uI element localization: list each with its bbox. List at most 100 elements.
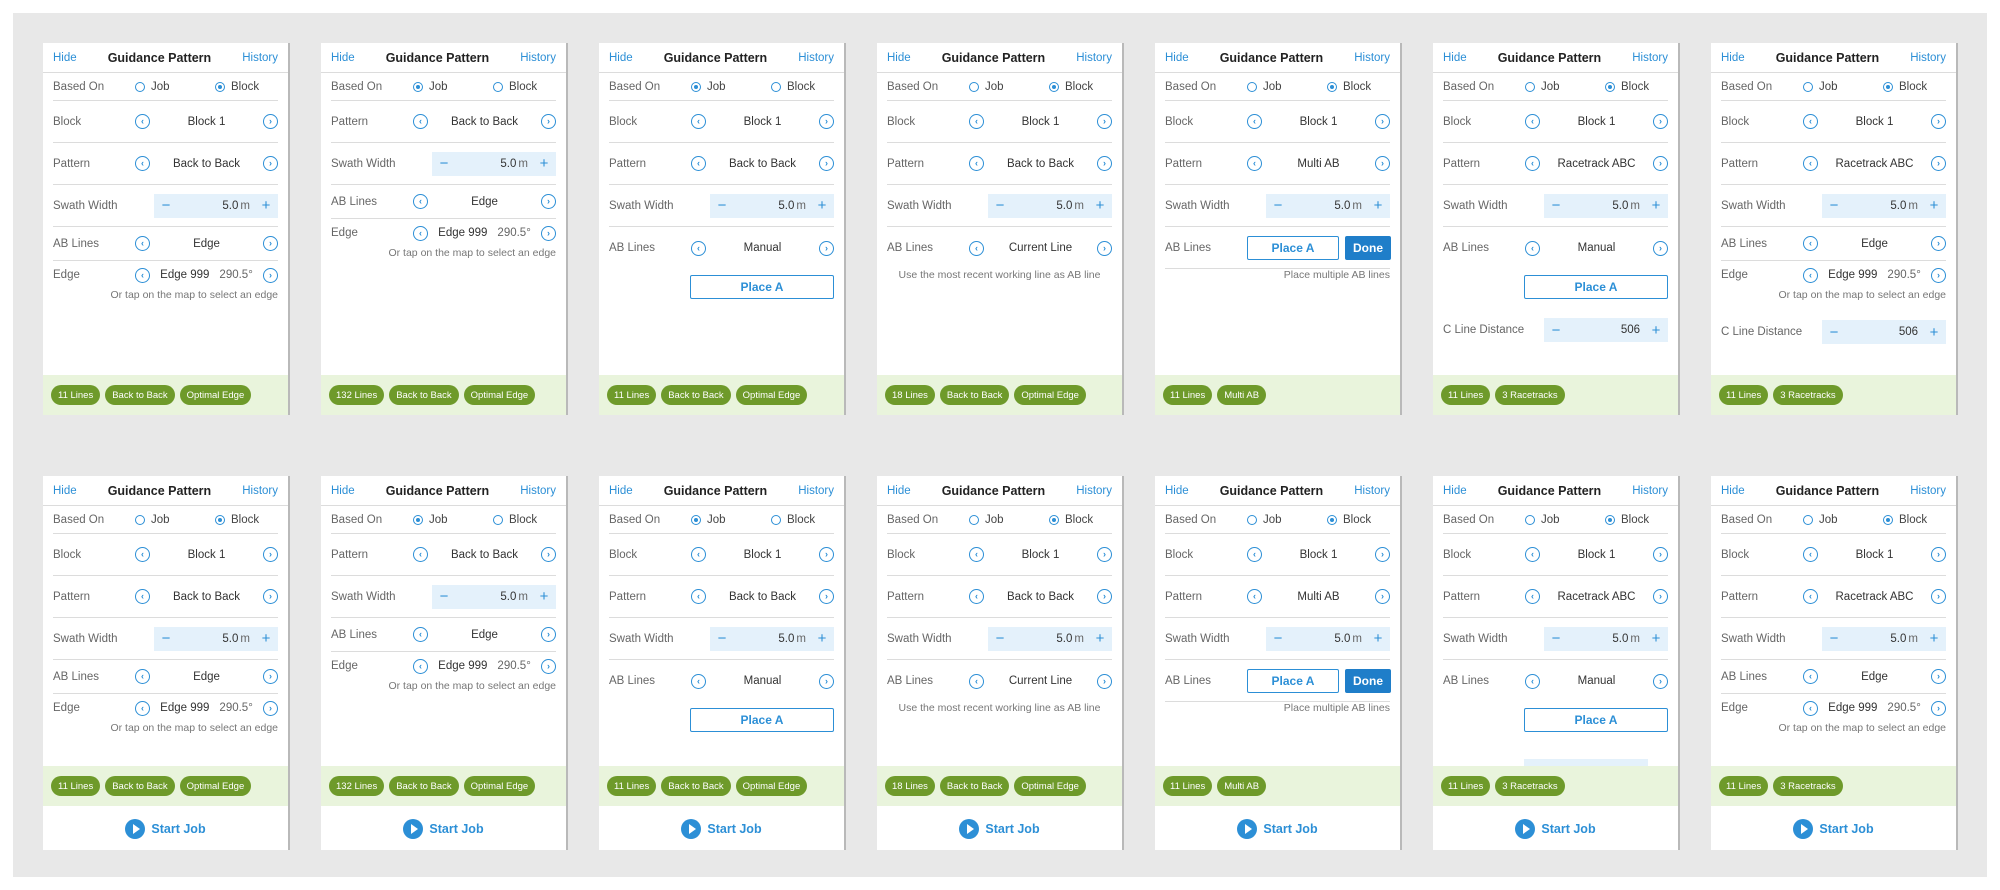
- chevron-left-icon[interactable]: ‹: [135, 547, 150, 562]
- hide-link[interactable]: Hide: [1721, 52, 1745, 64]
- history-link[interactable]: History: [520, 485, 556, 497]
- chevron-right-icon[interactable]: ›: [819, 240, 834, 256]
- hide-link[interactable]: Hide: [1165, 52, 1189, 64]
- chevron-right-icon[interactable]: ›: [1097, 114, 1112, 129]
- chevron-left-icon[interactable]: ‹: [413, 225, 428, 241]
- minus-icon[interactable]: −: [1822, 194, 1846, 218]
- chevron-left-icon[interactable]: ‹: [413, 627, 428, 642]
- radio-job-icon[interactable]: [1247, 514, 1257, 525]
- history-link[interactable]: History: [520, 52, 556, 64]
- summary-chip[interactable]: Back to Back: [661, 776, 731, 796]
- chevron-left-icon[interactable]: ‹: [1803, 669, 1818, 684]
- chevron-right-icon[interactable]: ›: [263, 267, 278, 283]
- swath-width-stepper[interactable]: −5.0 m +: [1544, 626, 1668, 651]
- chevron-right-icon[interactable]: ›: [541, 658, 556, 674]
- chevron-left-icon[interactable]: ‹: [1803, 156, 1818, 171]
- radio-block[interactable]: Block: [493, 81, 566, 93]
- place-a-button[interactable]: Place A: [690, 708, 834, 732]
- radio-job[interactable]: Job: [1803, 81, 1883, 93]
- radio-block-icon[interactable]: [1049, 514, 1059, 525]
- chevron-right-icon[interactable]: ›: [263, 114, 278, 129]
- place-a-button[interactable]: Place A: [1247, 668, 1339, 693]
- radio-job-icon[interactable]: [1803, 81, 1813, 92]
- summary-chip[interactable]: 132 Lines: [329, 385, 385, 405]
- summary-chip[interactable]: 18 Lines: [885, 776, 935, 796]
- radio-job[interactable]: Job: [413, 81, 493, 93]
- summary-chip[interactable]: 3 Racetracks: [1495, 776, 1565, 796]
- minus-icon[interactable]: −: [1544, 194, 1568, 218]
- chevron-right-icon[interactable]: ›: [1653, 547, 1668, 562]
- radio-block[interactable]: Block: [1327, 514, 1400, 526]
- hide-link[interactable]: Hide: [887, 52, 911, 64]
- chevron-right-icon[interactable]: ›: [819, 156, 834, 171]
- swath-width-stepper[interactable]: −5.0 m +: [432, 151, 556, 176]
- summary-chip[interactable]: 18 Lines: [885, 385, 935, 405]
- chevron-right-icon[interactable]: ›: [541, 194, 556, 209]
- chevron-left-icon[interactable]: ‹: [691, 673, 706, 689]
- radio-job-icon[interactable]: [1525, 81, 1535, 92]
- hide-link[interactable]: Hide: [331, 485, 355, 497]
- chevron-left-icon[interactable]: ‹: [1525, 240, 1540, 256]
- summary-chip[interactable]: 3 Racetracks: [1773, 385, 1843, 405]
- chevron-left-icon[interactable]: ‹: [1525, 547, 1540, 562]
- chevron-left-icon[interactable]: ‹: [969, 589, 984, 604]
- radio-block[interactable]: Block: [215, 514, 288, 526]
- summary-chip[interactable]: Optimal Edge: [735, 776, 808, 796]
- plus-icon[interactable]: +: [532, 585, 556, 609]
- chevron-right-icon[interactable]: ›: [1097, 589, 1112, 604]
- minus-icon[interactable]: −: [1266, 627, 1290, 651]
- chevron-left-icon[interactable]: ‹: [969, 673, 984, 689]
- radio-job-icon[interactable]: [1247, 81, 1257, 92]
- summary-chip[interactable]: Back to Back: [389, 776, 459, 796]
- radio-block-icon[interactable]: [1883, 81, 1893, 92]
- radio-job-icon[interactable]: [691, 81, 701, 92]
- chevron-right-icon[interactable]: ›: [819, 589, 834, 604]
- summary-chip[interactable]: 11 Lines: [1441, 385, 1491, 405]
- history-link[interactable]: History: [1910, 52, 1946, 64]
- minus-icon[interactable]: −: [154, 194, 178, 218]
- plus-icon[interactable]: +: [532, 152, 556, 176]
- summary-chip[interactable]: Optimal Edge: [463, 385, 536, 405]
- chevron-right-icon[interactable]: ›: [819, 114, 834, 129]
- chevron-right-icon[interactable]: ›: [1097, 240, 1112, 256]
- summary-chip[interactable]: Multi AB: [1217, 385, 1267, 405]
- hide-link[interactable]: Hide: [331, 52, 355, 64]
- start-job-button[interactable]: Start Job: [321, 809, 566, 849]
- chevron-left-icon[interactable]: ‹: [1803, 589, 1818, 604]
- history-link[interactable]: History: [1910, 485, 1946, 497]
- swath-width-stepper[interactable]: −5.0 m +: [432, 584, 556, 609]
- chevron-right-icon[interactable]: ›: [1097, 547, 1112, 562]
- summary-chip[interactable]: Optimal Edge: [1014, 385, 1086, 405]
- radio-block[interactable]: Block: [493, 514, 566, 526]
- hide-link[interactable]: Hide: [1721, 485, 1745, 497]
- minus-icon[interactable]: −: [1266, 194, 1290, 218]
- start-job-button[interactable]: Start Job: [1155, 809, 1400, 849]
- radio-job-icon[interactable]: [413, 81, 423, 92]
- chevron-left-icon[interactable]: ‹: [135, 114, 150, 129]
- swath-width-stepper[interactable]: −5.0 m +: [1822, 626, 1946, 651]
- chevron-left-icon[interactable]: ‹: [1525, 156, 1540, 171]
- radio-block[interactable]: Block: [1883, 514, 1956, 526]
- chevron-left-icon[interactable]: ‹: [135, 669, 150, 684]
- place-a-button[interactable]: Place A: [1247, 235, 1339, 260]
- summary-chip[interactable]: Back to Back: [661, 385, 731, 405]
- radio-block-icon[interactable]: [1049, 81, 1059, 92]
- plus-icon[interactable]: +: [1366, 627, 1390, 651]
- summary-chip[interactable]: 3 Racetracks: [1495, 385, 1565, 405]
- history-link[interactable]: History: [798, 52, 834, 64]
- chevron-left-icon[interactable]: ‹: [135, 236, 150, 251]
- plus-icon[interactable]: +: [1644, 194, 1668, 218]
- chevron-left-icon[interactable]: ‹: [691, 156, 706, 171]
- hide-link[interactable]: Hide: [1165, 485, 1189, 497]
- summary-chip[interactable]: 132 Lines: [329, 776, 385, 796]
- start-job-button[interactable]: Start Job: [43, 809, 288, 849]
- chevron-left-icon[interactable]: ‹: [1803, 236, 1818, 251]
- plus-icon[interactable]: +: [810, 194, 834, 218]
- chevron-left-icon[interactable]: ‹: [691, 240, 706, 256]
- chevron-right-icon[interactable]: ›: [541, 627, 556, 642]
- hide-link[interactable]: Hide: [609, 52, 633, 64]
- radio-block[interactable]: Block: [771, 514, 844, 526]
- plus-icon[interactable]: +: [1088, 627, 1112, 651]
- chevron-left-icon[interactable]: ‹: [1247, 114, 1262, 129]
- chevron-right-icon[interactable]: ›: [1375, 589, 1390, 604]
